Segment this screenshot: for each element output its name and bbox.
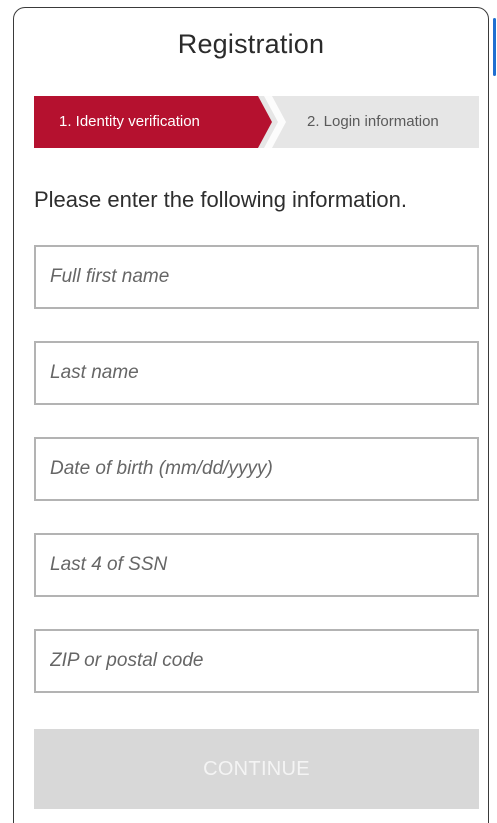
scrollbar-thumb[interactable] <box>493 18 496 76</box>
last-name-input[interactable] <box>34 341 479 405</box>
form-instruction: Please enter the following information. <box>34 187 407 212</box>
progress-stepper: 1. Identity verification 2. Login inform… <box>34 96 479 148</box>
step-login-information-label: 2. Login information <box>307 113 439 130</box>
step-identity-verification-label: 1. Identity verification <box>59 113 200 130</box>
registration-panel: Registration 1. Identity verification 2.… <box>13 7 489 823</box>
continue-button[interactable]: CONTINUE <box>34 729 479 809</box>
page-title: Registration <box>177 29 325 59</box>
scrollbar[interactable] <box>491 0 497 823</box>
zip-code-input[interactable] <box>34 629 479 693</box>
ssn-last4-input[interactable] <box>34 533 479 597</box>
page: Registration 1. Identity verification 2.… <box>0 0 497 823</box>
date-of-birth-input[interactable] <box>34 437 479 501</box>
first-name-input[interactable] <box>34 245 479 309</box>
